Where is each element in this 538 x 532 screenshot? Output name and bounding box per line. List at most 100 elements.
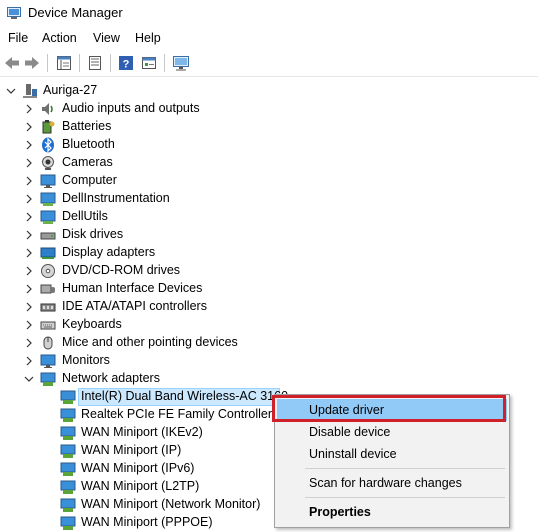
tree-category[interactable]: Keyboards	[0, 316, 538, 334]
speaker-icon	[42, 103, 53, 115]
svg-text:?: ?	[123, 59, 130, 71]
menu-action[interactable]: Action	[40, 31, 79, 45]
ide-controller-icon	[40, 303, 56, 312]
tree-category[interactable]: DVD/CD-ROM drives	[0, 262, 538, 280]
tree-category-network[interactable]: Network adapters	[0, 370, 538, 388]
chevron-right-icon[interactable]	[23, 352, 35, 370]
disable-device-label: Disable device	[309, 425, 391, 439]
category-label: Cameras	[62, 155, 113, 169]
device-folder-icon	[40, 192, 56, 206]
category-label: Display adapters	[62, 245, 156, 259]
bluetooth-icon	[42, 137, 54, 153]
device-label: WAN Miniport (L2TP)	[81, 479, 200, 493]
back-button[interactable]	[2, 53, 22, 73]
properties-view-icon	[57, 56, 71, 70]
category-label: Disk drives	[62, 227, 124, 241]
tree-root-label: Auriga-27	[43, 83, 98, 97]
network-adapter-icon	[60, 516, 76, 530]
scan-hardware-menu-item[interactable]: Scan for hardware changes	[277, 472, 507, 494]
chevron-right-icon[interactable]	[23, 334, 35, 352]
dvd-drive-icon	[41, 264, 55, 278]
action-button[interactable]	[139, 53, 159, 73]
category-label: Batteries	[62, 119, 112, 133]
toolbar-separator	[110, 54, 111, 72]
chevron-right-icon[interactable]	[23, 190, 35, 208]
chevron-right-icon[interactable]	[23, 208, 35, 226]
chevron-right-icon[interactable]	[23, 172, 35, 190]
toolbar-separator	[79, 54, 80, 72]
category-label: Keyboards	[62, 317, 122, 331]
chevron-right-icon[interactable]	[23, 298, 35, 316]
camera-icon	[42, 156, 54, 170]
menu-file[interactable]: File	[6, 31, 30, 45]
category-label: DellUtils	[62, 209, 108, 223]
forward-button[interactable]	[22, 53, 42, 73]
chevron-right-icon[interactable]	[23, 226, 35, 244]
category-label: Human Interface Devices	[62, 281, 203, 295]
tree-category[interactable]: Computer	[0, 172, 538, 190]
device-label: WAN Miniport (IP)	[81, 443, 182, 457]
network-adapter-icon	[60, 408, 76, 422]
chevron-down-icon[interactable]	[23, 370, 35, 388]
mouse-icon	[43, 336, 53, 350]
toolbar: ?	[0, 50, 538, 77]
scan-hardware-button[interactable]	[171, 53, 191, 73]
display-adapter-icon	[40, 247, 56, 259]
category-label: Audio inputs and outputs	[62, 101, 200, 115]
window-title: Device Manager	[28, 5, 123, 20]
show-hide-tree-button[interactable]	[54, 53, 74, 73]
menu-bar: File Action View Help	[0, 28, 538, 50]
annotation-highlight-box	[272, 395, 506, 422]
chevron-down-icon[interactable]	[5, 82, 17, 100]
uninstall-device-menu-item[interactable]: Uninstall device	[277, 443, 507, 465]
hid-icon	[40, 284, 55, 294]
title-bar: Device Manager	[0, 0, 538, 28]
category-label: Mice and other pointing devices	[62, 335, 238, 349]
chevron-right-icon[interactable]	[23, 100, 35, 118]
properties-label: Properties	[309, 505, 371, 519]
tree-category[interactable]: Monitors	[0, 352, 538, 370]
help-button[interactable]: ?	[116, 53, 136, 73]
device-label: Intel(R) Dual Band Wireless-AC 3160	[81, 389, 289, 403]
tree-category[interactable]: Bluetooth	[0, 136, 538, 154]
tree-category[interactable]: Batteries	[0, 118, 538, 136]
network-adapter-icon	[60, 444, 76, 458]
tree-category[interactable]: DellInstrumentation	[0, 190, 538, 208]
network-adapter-icon	[40, 372, 56, 386]
device-folder-icon	[40, 210, 56, 224]
chevron-right-icon[interactable]	[23, 280, 35, 298]
tree-category[interactable]: Cameras	[0, 154, 538, 172]
tree-category[interactable]: Disk drives	[0, 226, 538, 244]
disable-device-menu-item[interactable]: Disable device	[277, 421, 507, 443]
properties-menu-item[interactable]: Properties	[277, 501, 507, 523]
category-label: Network adapters	[62, 371, 160, 385]
tree-category[interactable]: Mice and other pointing devices	[0, 334, 538, 352]
menu-view[interactable]: View	[91, 31, 122, 45]
tree-category[interactable]: Audio inputs and outputs	[0, 100, 538, 118]
chevron-right-icon[interactable]	[23, 262, 35, 280]
chevron-right-icon[interactable]	[23, 316, 35, 334]
menu-help[interactable]: Help	[133, 31, 163, 45]
list-button[interactable]	[85, 53, 105, 73]
tree-category[interactable]: Human Interface Devices	[0, 280, 538, 298]
toolbar-separator	[164, 54, 165, 72]
category-label: DVD/CD-ROM drives	[62, 263, 181, 277]
toolbar-separator	[47, 54, 48, 72]
uninstall-device-label: Uninstall device	[309, 447, 397, 461]
network-adapter-icon	[60, 498, 76, 512]
chevron-right-icon[interactable]	[23, 136, 35, 154]
device-label: WAN Miniport (Network Monitor)	[81, 497, 261, 511]
monitor-icon	[40, 174, 56, 188]
action-icon	[142, 57, 156, 69]
tree-category[interactable]: IDE ATA/ATAPI controllers	[0, 298, 538, 316]
list-icon	[89, 56, 101, 70]
tree-category[interactable]: DellUtils	[0, 208, 538, 226]
chevron-right-icon[interactable]	[23, 154, 35, 172]
network-adapter-icon	[60, 390, 76, 404]
tree-category[interactable]: Display adapters	[0, 244, 538, 262]
category-label: Computer	[62, 173, 117, 187]
tree-root[interactable]: Auriga-27	[0, 82, 538, 100]
chevron-right-icon[interactable]	[23, 118, 35, 136]
chevron-right-icon[interactable]	[23, 244, 35, 262]
menu-separator	[305, 497, 505, 498]
